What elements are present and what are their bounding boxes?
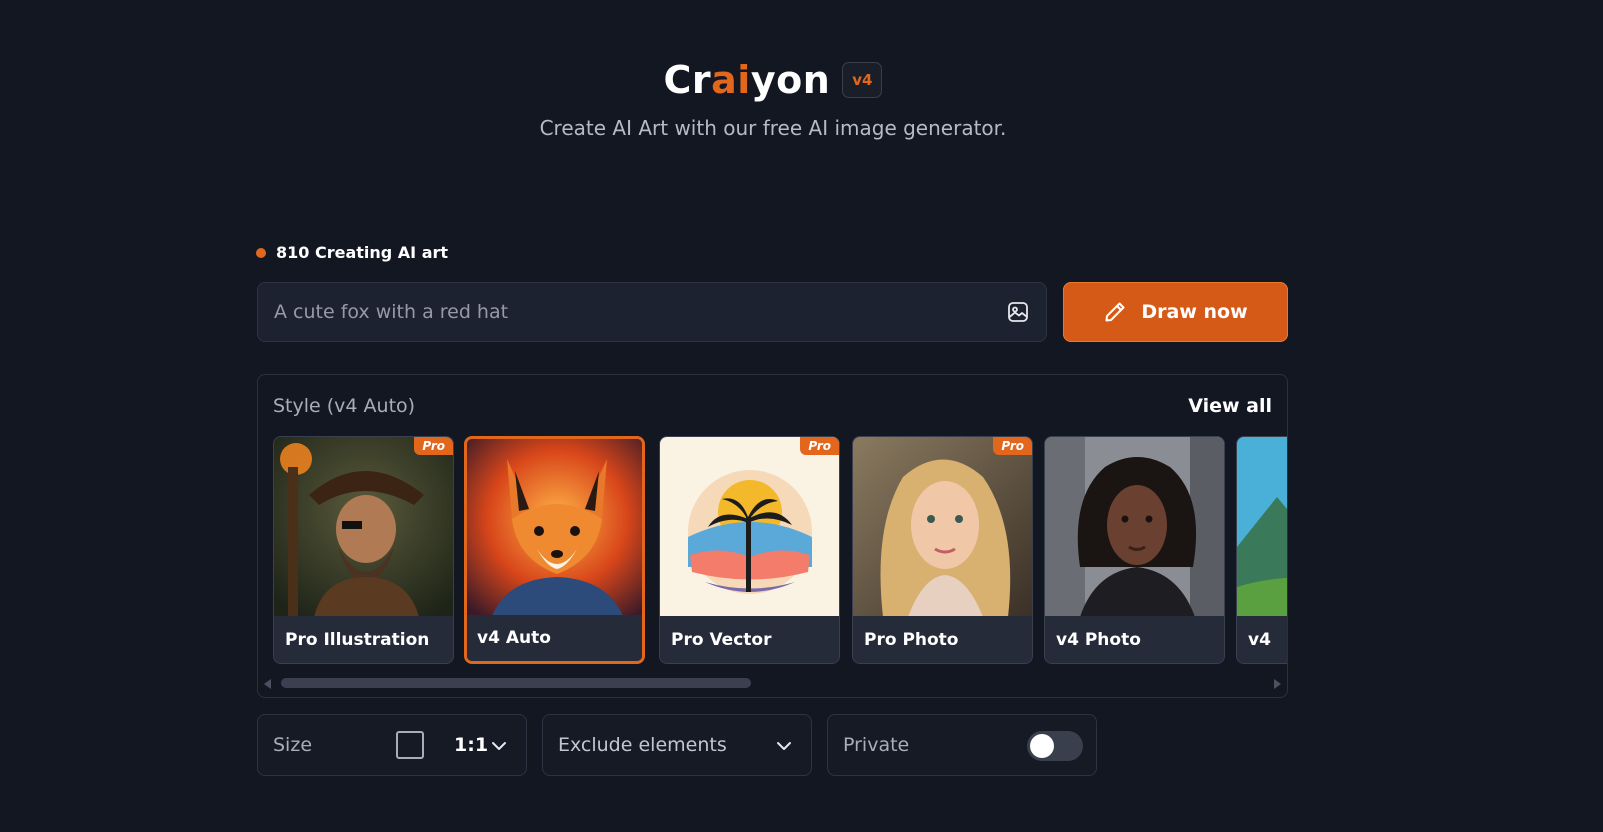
size-label: Size bbox=[273, 734, 313, 756]
image-upload-icon[interactable] bbox=[1006, 300, 1030, 324]
style-card-pro-photo[interactable]: Pro Pro Photo bbox=[852, 436, 1033, 664]
private-toggle[interactable] bbox=[1027, 731, 1083, 761]
exclude-elements-label: Exclude elements bbox=[558, 734, 727, 756]
chevron-down-icon bbox=[492, 742, 506, 750]
exclude-elements-dropdown[interactable]: Exclude elements bbox=[542, 714, 812, 776]
style-card-list: Pro Pro Illustration v4 Auto Pro Pro Vec… bbox=[273, 436, 1287, 664]
woman-street-photo-image bbox=[1045, 437, 1224, 617]
style-scrollbar[interactable] bbox=[264, 677, 1281, 689]
draw-now-label: Draw now bbox=[1141, 301, 1248, 323]
square-ratio-icon bbox=[396, 731, 424, 759]
style-card-pro-illustration[interactable]: Pro Pro Illustration bbox=[273, 436, 454, 664]
logo-text-ai: ai bbox=[711, 58, 751, 102]
logo-row: Craiyon v4 bbox=[664, 58, 883, 102]
style-card-label: v4 Auto bbox=[467, 615, 642, 661]
pirate-portrait-image bbox=[274, 437, 453, 617]
page-subtitle: Create AI Art with our free AI image gen… bbox=[539, 116, 1007, 140]
prompt-input[interactable] bbox=[258, 283, 988, 341]
version-badge: v4 bbox=[842, 62, 883, 98]
chevron-down-icon bbox=[777, 742, 791, 750]
private-option: Private bbox=[827, 714, 1097, 776]
private-label: Private bbox=[843, 734, 910, 756]
style-card-label: Pro Vector bbox=[660, 616, 839, 663]
size-ratio-value: 1:1 bbox=[454, 734, 489, 756]
style-panel: Style (v4 Auto) View all Pro Pro Illustr… bbox=[257, 374, 1288, 698]
logo-text-end: yon bbox=[750, 58, 831, 102]
style-card-pro-vector[interactable]: Pro Pro Vector bbox=[659, 436, 840, 664]
view-all-link[interactable]: View all bbox=[1188, 395, 1272, 417]
prompt-box bbox=[257, 282, 1047, 342]
pro-badge: Pro bbox=[414, 437, 453, 455]
style-card-label: v4 bbox=[1237, 616, 1287, 663]
style-card-v4-photo[interactable]: v4 Photo bbox=[1044, 436, 1225, 664]
pro-badge: Pro bbox=[993, 437, 1032, 455]
style-card-label: Pro Illustration bbox=[274, 616, 453, 663]
logo[interactable]: Craiyon bbox=[664, 58, 831, 102]
style-card-v4-landscape[interactable]: v4 bbox=[1236, 436, 1287, 664]
style-card-label: Pro Photo bbox=[853, 616, 1032, 663]
fox-portrait-image bbox=[467, 439, 642, 616]
style-card-label: v4 Photo bbox=[1045, 616, 1224, 663]
size-selector[interactable]: Size 1:1 bbox=[257, 714, 527, 776]
blonde-woman-photo-image bbox=[853, 437, 1032, 617]
scroll-right-arrow-icon[interactable] bbox=[1274, 679, 1281, 689]
palm-sunset-vector-image bbox=[660, 437, 839, 617]
pencil-icon bbox=[1105, 302, 1125, 322]
status-dot-icon bbox=[256, 247, 266, 258]
scroll-left-arrow-icon[interactable] bbox=[264, 679, 271, 689]
style-panel-title: Style (v4 Auto) bbox=[273, 395, 416, 417]
logo-text-start: Cr bbox=[663, 58, 712, 102]
draw-now-button[interactable]: Draw now bbox=[1063, 282, 1288, 342]
activity-count-text: 810 Creating AI art bbox=[276, 243, 449, 262]
toggle-knob bbox=[1030, 734, 1054, 758]
scrollbar-thumb[interactable] bbox=[281, 678, 751, 688]
header: Craiyon v4 Create AI Art with our free A… bbox=[0, 58, 1546, 140]
landscape-image bbox=[1237, 437, 1287, 617]
pro-badge: Pro bbox=[800, 437, 839, 455]
activity-status: 810 Creating AI art bbox=[256, 243, 448, 262]
style-card-v4-auto[interactable]: v4 Auto bbox=[464, 436, 645, 664]
